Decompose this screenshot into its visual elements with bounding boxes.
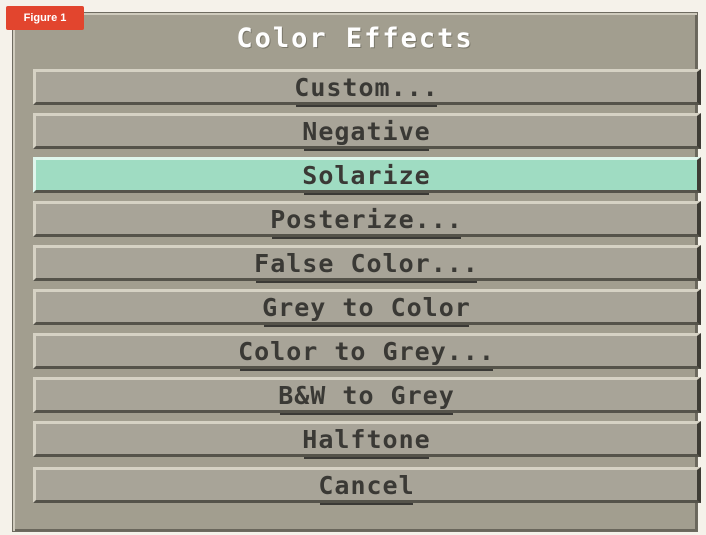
posterize-button[interactable]: Posterize... [33,201,701,239]
color-effects-dialog: Color Effects Custom... Negative Solariz… [12,12,701,532]
button-label: Solarize [302,160,431,195]
halftone-button[interactable]: Halftone [33,421,701,459]
button-label: Posterize... [270,204,463,239]
cancel-button[interactable]: Cancel [33,467,701,505]
color-to-grey-button[interactable]: Color to Grey... [33,333,701,371]
effects-menu: Custom... Negative Solarize Posterize...… [33,69,701,511]
button-label: Custom... [294,72,439,107]
solarize-button[interactable]: Solarize [33,157,701,195]
button-label: Cancel [318,470,415,505]
dialog-title: Color Effects [236,23,474,54]
custom-button[interactable]: Custom... [33,69,701,107]
negative-button[interactable]: Negative [33,113,701,151]
page: Figure 1 Color Effects Custom... Negativ… [0,0,706,535]
button-label: False Color... [254,248,479,283]
button-label: Grey to Color [262,292,471,327]
button-label: Negative [302,116,431,151]
false-color-button[interactable]: False Color... [33,245,701,283]
button-label: Halftone [302,424,431,459]
bw-to-grey-button[interactable]: B&W to Grey [33,377,701,415]
button-label: Color to Grey... [238,336,495,371]
figure-label: Figure 1 [6,6,84,30]
button-label: B&W to Grey [278,380,455,415]
grey-to-color-button[interactable]: Grey to Color [33,289,701,327]
